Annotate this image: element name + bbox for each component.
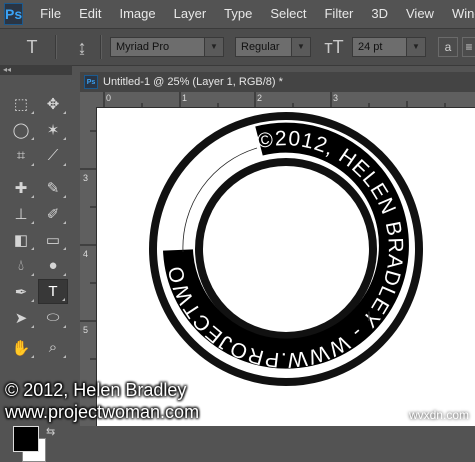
healing-brush-icon[interactable]: ✚ — [6, 175, 36, 200]
rectangular-marquee-icon[interactable]: ⬚ — [6, 91, 36, 116]
history-brush-icon[interactable]: ✐ — [38, 201, 68, 226]
ruler-origin[interactable] — [80, 92, 96, 107]
dodge-icon[interactable]: ● — [38, 253, 68, 278]
chevron-down-icon[interactable]: ▼ — [291, 38, 310, 56]
chevron-down-icon[interactable]: ▼ — [406, 38, 425, 56]
options-bar: T ↨ Myriad Pro ▼ Regular ▼ ᴛT 24 pt ▼ a … — [0, 28, 475, 66]
menu-type[interactable]: Type — [215, 0, 261, 28]
watermark-brand: wvxdn.com — [408, 408, 469, 422]
ellipse-shape-icon[interactable]: ⬭ — [38, 305, 68, 330]
menu-filter[interactable]: Filter — [315, 0, 362, 28]
path-selection-icon[interactable]: ➤ — [6, 305, 36, 330]
swap-colors-icon[interactable]: ⇆ — [46, 425, 55, 438]
menu-select[interactable]: Select — [261, 0, 315, 28]
foreground-color-swatch[interactable] — [13, 426, 39, 452]
lasso-icon[interactable]: ◯ — [6, 117, 36, 142]
blur-icon[interactable]: 💧︎ — [6, 253, 36, 278]
font-style-select[interactable]: Regular ▼ — [235, 37, 311, 57]
options-separator — [100, 35, 102, 59]
ruler-top-label: 3 — [333, 93, 338, 103]
document-tab[interactable]: Ps Untitled-1 @ 25% (Layer 1, RGB/8) * — [80, 72, 475, 92]
ruler-left-label: 4 — [83, 249, 88, 259]
document-ps-icon: Ps — [84, 75, 98, 89]
watermark-url: www.projectwoman.com — [5, 402, 200, 422]
eraser-icon[interactable]: ◧ — [6, 227, 36, 252]
menu-window[interactable]: Window — [443, 0, 475, 28]
tools-panel: ◂◂ ⬚ ✥ ◯ ✶ ⌗ ⟋ ✚ ✎ ⊥ ✐ ◧ ▭ 💧︎ ● ✒ T ➤ ⬭ … — [0, 65, 72, 462]
font-size-icon: ᴛT — [324, 36, 344, 57]
zoom-icon[interactable]: ⌕ — [38, 335, 68, 360]
gradient-icon[interactable]: ▭ — [38, 227, 68, 252]
menu-image[interactable]: Image — [110, 0, 164, 28]
inner-ring — [195, 158, 377, 340]
font-style-value: Regular — [241, 41, 280, 53]
ruler-top-label: 1 — [182, 93, 187, 103]
type-cursor-icon: I — [367, 308, 371, 324]
menu-3d[interactable]: 3D — [362, 0, 397, 28]
document-title: Untitled-1 @ 25% (Layer 1, RGB/8) * — [103, 76, 283, 88]
menu-file[interactable]: File — [31, 0, 70, 28]
font-size-select[interactable]: 24 pt ▼ — [352, 37, 426, 57]
chevron-down-icon[interactable]: ▼ — [204, 38, 223, 56]
font-size-value: 24 pt — [358, 41, 383, 53]
vertical-ruler[interactable]: 3 4 5 — [80, 107, 97, 426]
anti-aliasing-button[interactable]: a — [438, 37, 458, 57]
panel-collapse-icon[interactable]: ◂◂ — [0, 65, 72, 75]
photoshop-logo: Ps — [4, 3, 24, 25]
ruler-left-label: 3 — [83, 173, 88, 183]
options-separator — [55, 35, 57, 59]
type-tool-icon[interactable]: T — [38, 279, 68, 304]
brush-icon[interactable]: ✎ — [38, 175, 68, 200]
pen-icon[interactable]: ✒ — [6, 279, 36, 304]
move-tool-icon[interactable]: ✥ — [38, 91, 68, 116]
clone-stamp-icon[interactable]: ⊥ — [6, 201, 36, 226]
document-canvas[interactable]: ©2012, HELEN BRADLEY - WWW.PROJECTWOMAN.… — [97, 108, 475, 426]
font-family-value: Myriad Pro — [116, 41, 170, 53]
align-left-icon[interactable]: ≡ — [462, 37, 475, 57]
ruler-top-label: 0 — [106, 93, 111, 103]
ruler-left-label: 5 — [83, 325, 88, 335]
font-family-select[interactable]: Myriad Pro ▼ — [110, 37, 224, 57]
magic-wand-icon[interactable]: ✶ — [38, 117, 68, 142]
menu-bar: Ps File Edit Image Layer Type Select Fil… — [0, 0, 475, 28]
hand-icon[interactable]: ✋ — [6, 335, 36, 360]
watermark-copyright: © 2012, Helen Bradley — [5, 380, 187, 400]
document-tab-bar: Ps Untitled-1 @ 25% (Layer 1, RGB/8) * — [80, 72, 475, 92]
eyedropper-icon[interactable]: ⟋ — [38, 143, 68, 168]
toggle-text-orientation-icon[interactable]: ↨ — [70, 35, 94, 59]
menu-layer[interactable]: Layer — [165, 0, 216, 28]
type-path-line[interactable] — [182, 147, 258, 253]
menu-view[interactable]: View — [397, 0, 443, 28]
type-tool-preset-icon[interactable]: T — [20, 35, 44, 59]
horizontal-ruler[interactable]: 0 1 2 3 — [96, 92, 475, 108]
menu-edit[interactable]: Edit — [70, 0, 110, 28]
crop-icon[interactable]: ⌗ — [6, 143, 36, 168]
ruler-top-label: 2 — [257, 93, 262, 103]
